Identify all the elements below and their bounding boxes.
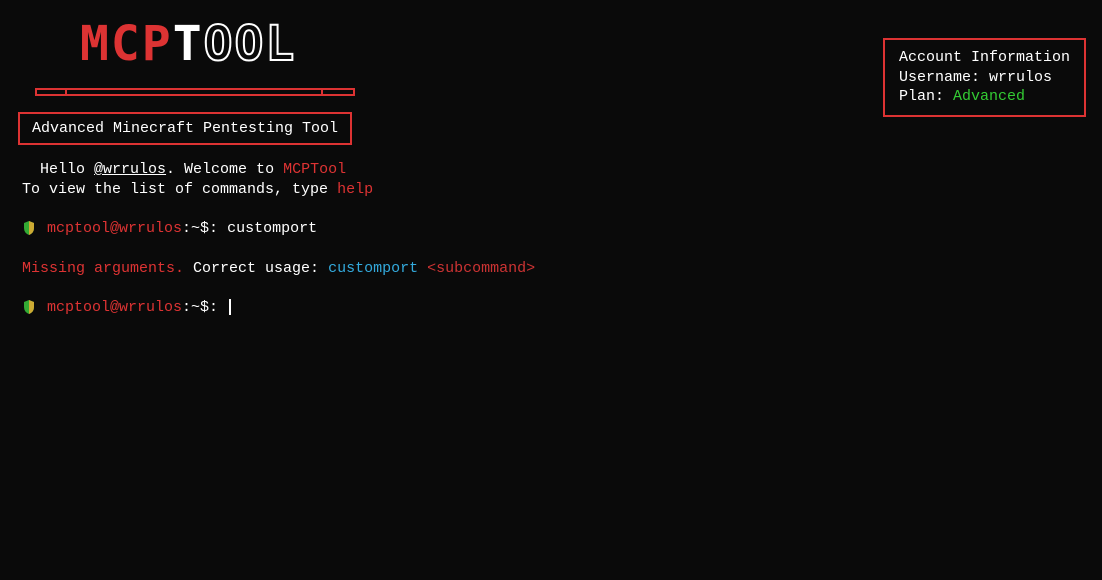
logo-part-mcp: MCP (80, 16, 173, 72)
greeting-handle: @wrrulos (94, 161, 166, 178)
prompt-separator: :~$: (182, 220, 227, 237)
error-line: Missing arguments. Correct usage: custom… (22, 259, 535, 279)
greeting-hello: Hello (40, 161, 94, 178)
prompt-line-2[interactable]: mcptool@wrrulos:~$: (22, 298, 535, 318)
subtitle-text: Advanced Minecraft Pentesting Tool (32, 120, 338, 137)
account-plan-label: Plan: (899, 88, 953, 105)
subtitle-box: Advanced Minecraft Pentesting Tool (18, 112, 352, 145)
greeting-toolname: MCPTool (283, 161, 346, 178)
shield-icon (22, 221, 36, 235)
account-plan-row: Plan: Advanced (899, 87, 1070, 107)
error-subcommand: <subcommand> (427, 260, 535, 277)
logo: MCPTOOL (80, 20, 296, 68)
cursor (229, 299, 231, 315)
account-info-box: Account Information Username: wrrulos Pl… (883, 38, 1086, 117)
account-username-row: Username: wrrulos (899, 68, 1070, 88)
account-username-label: Username: (899, 69, 989, 86)
logo-part-ool: OOL (204, 16, 297, 72)
logo-part-t: T (173, 16, 204, 72)
terminal-content[interactable]: Hello @wrrulos. Welcome to MCPTool To vi… (22, 160, 535, 318)
prompt-separator: :~$: (182, 299, 227, 316)
shield-icon (22, 300, 36, 314)
prompt-user: mcptool@wrrulos (47, 220, 182, 237)
error-command: customport (328, 260, 427, 277)
greeting-help: help (337, 181, 373, 198)
command-entered: customport (227, 220, 317, 237)
greeting-line-1: Hello @wrrulos. Welcome to MCPTool (22, 160, 535, 180)
logo-decoration (35, 88, 355, 96)
error-missing: Missing arguments. (22, 260, 184, 277)
account-username-value: wrrulos (989, 69, 1052, 86)
greeting-instruction: To view the list of commands, type (22, 181, 337, 198)
logo-area: MCPTOOL (80, 20, 296, 68)
greeting-welcome: . Welcome to (166, 161, 283, 178)
error-correct-usage: Correct usage: (184, 260, 328, 277)
prompt-user: mcptool@wrrulos (47, 299, 182, 316)
greeting-line-2: To view the list of commands, type help (22, 180, 535, 200)
prompt-line-1: mcptool@wrrulos:~$: customport (22, 219, 535, 239)
account-title: Account Information (899, 48, 1070, 68)
account-plan-value: Advanced (953, 88, 1025, 105)
decoration-line (35, 88, 355, 96)
